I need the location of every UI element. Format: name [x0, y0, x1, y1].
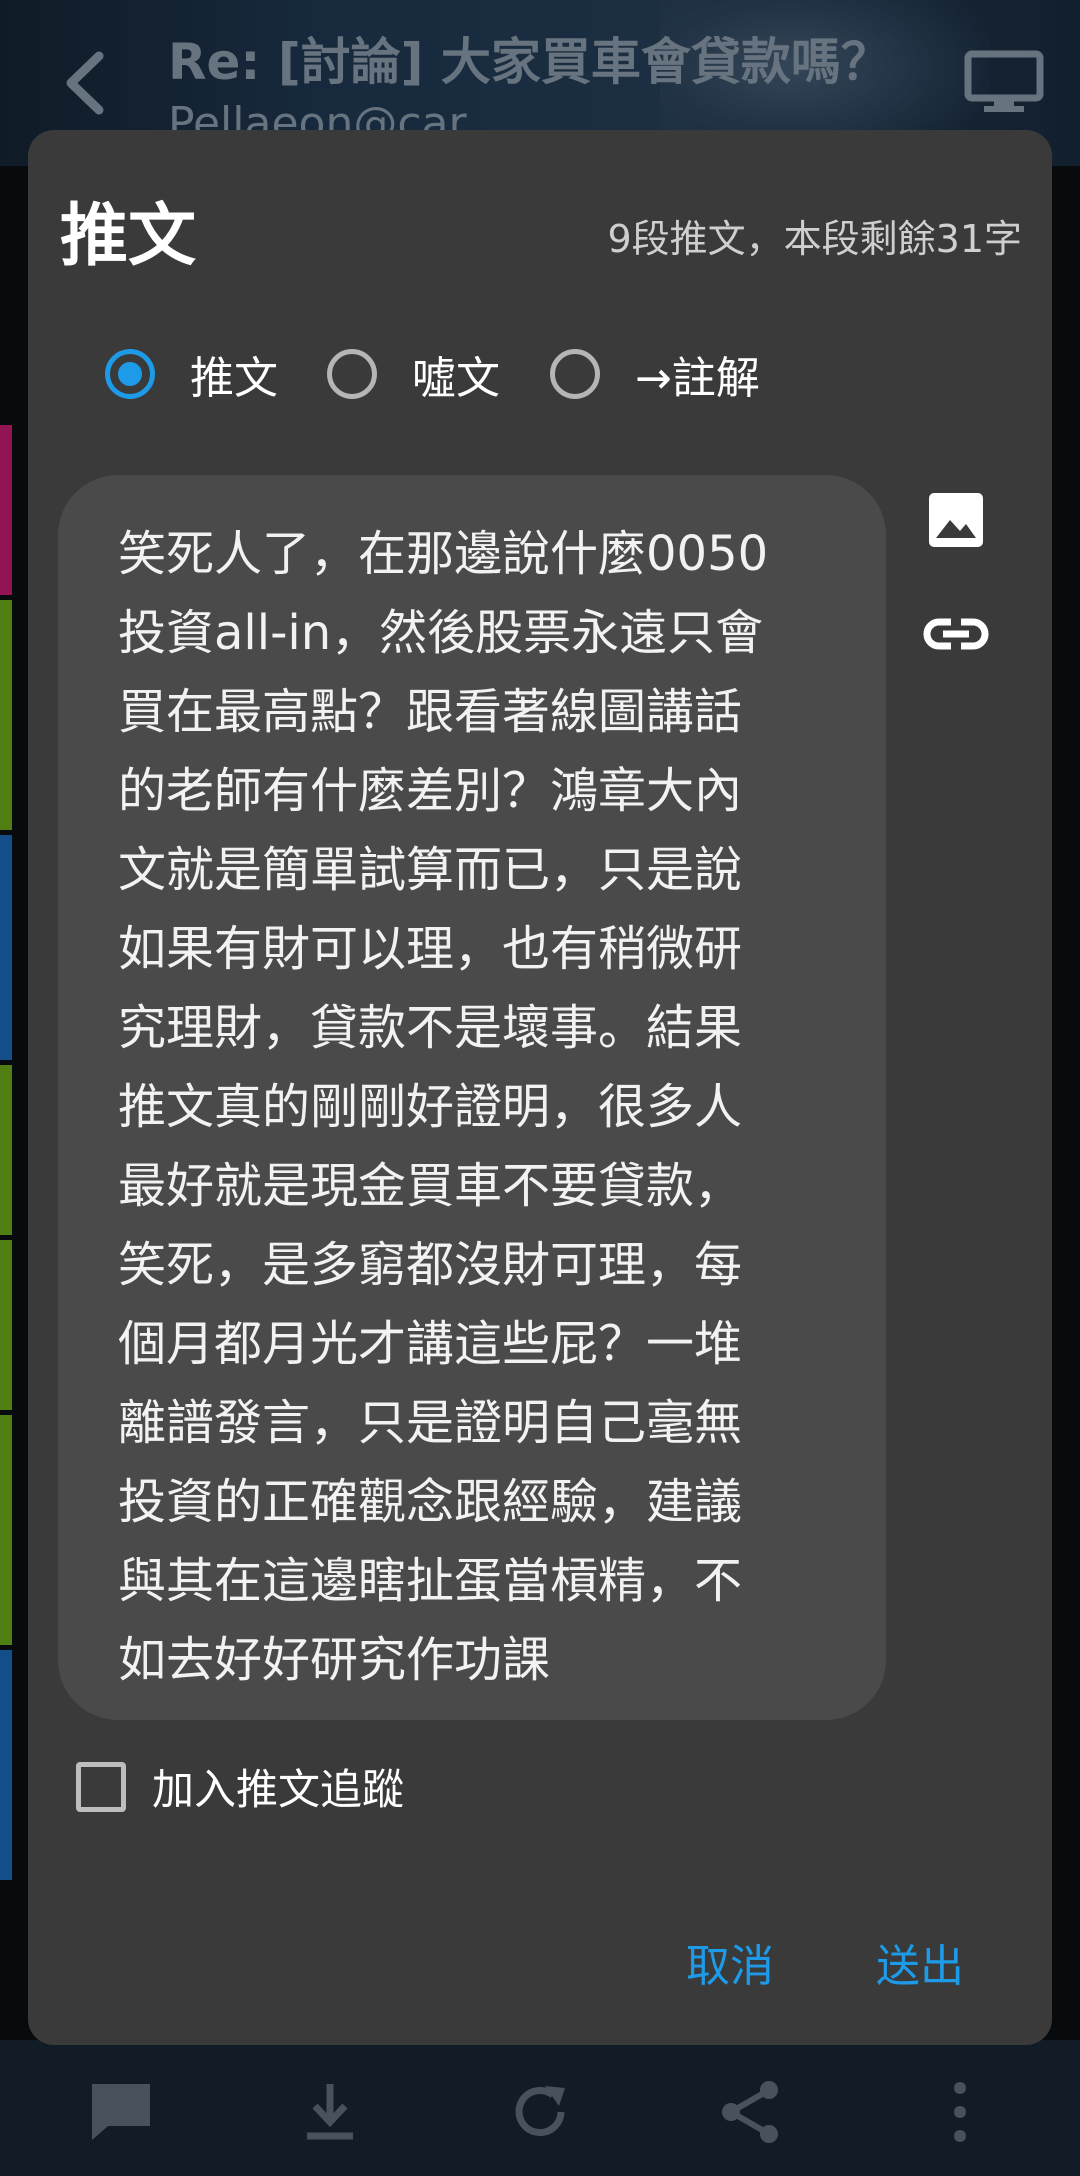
screen: Re: [討論] 大家買車會貸款嗎？ Pellaeon@car 推文 9段推文，…	[0, 0, 1080, 2176]
send-button[interactable]: 送出	[876, 1930, 964, 1994]
option-note[interactable]: →註解	[550, 342, 760, 406]
link-icon[interactable]	[921, 614, 991, 654]
track-comment-checkbox[interactable]: 加入推文追蹤	[76, 1756, 404, 1817]
option-boo-label: 噓文	[412, 353, 500, 404]
radio-unselected-icon	[327, 349, 377, 399]
comment-text[interactable]: 笑死人了，在那邊說什麼0050 投資all-in，然後股票永遠只會 買在最高點？…	[118, 515, 818, 1700]
checkbox-icon	[76, 1761, 126, 1812]
option-boo[interactable]: 噓文	[327, 342, 500, 406]
image-icon[interactable]	[926, 490, 986, 550]
radio-selected-icon	[105, 349, 155, 399]
cancel-button[interactable]: 取消	[686, 1930, 774, 1994]
option-push[interactable]: 推文	[105, 342, 278, 406]
push-comment-dialog: 推文 9段推文，本段剩餘31字 推文 噓文 →註解 笑死人了，在那邊說什麼005…	[28, 130, 1052, 2045]
option-note-label: →註解	[635, 353, 760, 404]
dialog-title: 推文	[60, 197, 197, 276]
track-comment-label: 加入推文追蹤	[152, 1765, 405, 1814]
comment-input[interactable]: 笑死人了，在那邊說什麼0050 投資all-in，然後股票永遠只會 買在最高點？…	[58, 475, 886, 1720]
radio-unselected-icon	[550, 349, 600, 399]
remaining-count: 9段推文，本段剩餘31字	[607, 217, 1022, 261]
option-push-label: 推文	[190, 353, 278, 404]
